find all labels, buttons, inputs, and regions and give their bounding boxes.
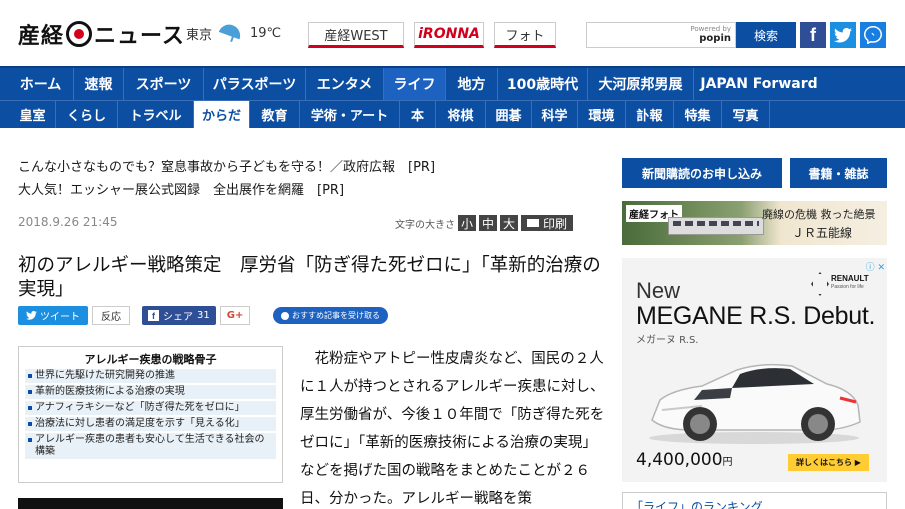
nav-item-sports[interactable]: スポーツ [124,68,204,100]
ad-model-kana: メガーヌ R.S. [636,335,699,346]
share-bar: ツイート 反応 f シェア 31 G+ [18,306,251,325]
subnav-item-books[interactable]: 本 [400,101,436,128]
print-button[interactable]: 印刷 [521,215,574,231]
ad-new-label: New [636,278,681,303]
nav-item-home[interactable]: ホーム [8,68,74,100]
subnav-item-body[interactable]: からだ [194,101,250,128]
facebook-icon[interactable]: f [800,22,826,48]
pr-link[interactable]: 大人気！エッシャー展公式図録 全出展作を網羅 [PR] [18,179,344,198]
advertisement[interactable]: ⓘ ✕ RENAULT Passion for life New MEGANE … [622,258,887,482]
tab-photo[interactable]: フォト [494,22,556,48]
infobox-bullet: 治療法に対し患者の満足度を示す「見える化」 [25,417,276,431]
ranking-title: 「ライフ」のランキング [622,492,887,509]
nav-item-japan-forward[interactable]: JAPAN Forward [694,68,824,100]
ad-brand: RENAULT [831,274,869,283]
powered-by-label: Powered by popin [690,25,731,44]
subnav-item-travel[interactable]: トラベル [118,101,194,128]
subscribe-button[interactable]: 新聞購読のお申し込み [622,158,782,188]
ad-model-name: MEGANE R.S. Debut. [636,302,876,330]
nav-item-parasports[interactable]: パラスポーツ [204,68,306,100]
subnav-item-shogi[interactable]: 将棋 [436,101,486,128]
subnav-item-science[interactable]: 科学 [532,101,578,128]
photo-banner-caption: 廃線の危機 救った絶景 [762,208,876,221]
books-button[interactable]: 書籍・雑誌 [790,158,887,188]
infobox-bullet: 革新的医療技術による治療の実現 [25,385,276,399]
twitter-icon[interactable] [830,22,856,48]
adchoices-icon[interactable]: ⓘ ✕ [866,260,885,273]
google-plus-button[interactable]: G+ [219,306,251,325]
infobox-bullet: 世界に先駆けた研究開発の推進 [25,369,276,383]
train-image [668,217,764,235]
tweet-button[interactable]: ツイート [18,306,88,325]
ad-brand-tagline: Passion for life [831,284,864,290]
pr-link[interactable]: こんな小さなものでも？窒息事故から子どもを守る！／政府広報 [PR] [18,156,435,175]
sankei-photo-banner[interactable]: 産経フォト 廃線の危機 救った絶景 ＪＲ五能線 [622,201,887,245]
popin-logo: popin [699,33,731,44]
tab-sankei-west[interactable]: 産経WEST [308,22,404,48]
article-infobox: アレルギー疾患の戦略骨子 世界に先駆けた研究開発の推進 革新的医療技術による治療… [18,346,283,483]
site-header: 産経 ニュース 東京 19℃ 産経WEST iRONNA フォト Powered… [0,0,905,66]
facebook-icon: f [148,310,159,321]
site-logo[interactable]: 産経 ニュース [18,18,185,50]
subnav-item-academic-art[interactable]: 学術・アート [300,101,400,128]
facebook-share-button[interactable]: f シェア 31 [142,306,216,325]
subnav-item-photos[interactable]: 写真 [722,101,770,128]
bell-icon [281,311,289,320]
nav-item-100-years[interactable]: 100歳時代 [498,68,588,100]
renault-logo-icon [808,270,828,294]
subnav-item-obituary[interactable]: 訃報 [626,101,674,128]
primary-nav: ホーム 速報 スポーツ パラスポーツ エンタメ ライフ 地方 100歳時代 大河… [0,66,905,100]
article-body: 花粉症やアトピー性皮膚炎など、国民の２人に１人が持つとされるアレルギー疾患に対し… [300,351,605,507]
ad-cta-button[interactable]: 詳しくはこちら ▶ [788,454,869,471]
infobox-bullet: アレルギー疾患の患者も安心して生活できる社会の構築 [25,433,276,459]
reaction-button[interactable]: 反応 [92,306,130,325]
nav-item-local[interactable]: 地方 [446,68,498,100]
logo-text-left: 産経 [18,24,65,49]
photo-banner-caption: ＪＲ五能線 [792,226,853,240]
font-size-label: 文字の大きさ [395,219,455,231]
recommend-subscribe-button[interactable]: おすすめ記事を受け取る [273,307,388,324]
tab-ironna[interactable]: iRONNA [414,22,484,48]
embedded-media-bar [18,498,283,509]
infobox-title: アレルギー疾患の戦略骨子 [84,353,217,366]
article-headline: 初のアレルギー戦略策定 厚労省「防ぎ得た死ゼロに」「革新的治療の実現」 [18,255,601,300]
font-size-small-button[interactable]: 小 [458,215,477,231]
subnav-item-go[interactable]: 囲碁 [486,101,532,128]
search-input[interactable]: Powered by popin [586,22,736,48]
ad-price: 4,400,000円 [636,450,733,470]
car-image [649,363,861,444]
weather-widget[interactable]: 東京 19℃ [186,24,281,43]
infobox-bullet: アナフィラキシーなど「防ぎ得た死をゼロに」 [25,401,276,415]
subnav-item-special[interactable]: 特集 [674,101,722,128]
printer-icon [527,219,540,227]
font-size-large-button[interactable]: 大 [500,215,519,231]
subnav-item-imperial[interactable]: 皇室 [10,101,56,128]
print-label: 印刷 [543,216,568,231]
weather-temperature: 19℃ [250,26,282,41]
logo-text-right: ニュース [94,24,185,49]
nav-item-entertainment[interactable]: エンタメ [306,68,384,100]
article-date: 2018.9.26 21:45 [18,215,118,229]
font-size-medium-button[interactable]: 中 [479,215,498,231]
twitter-icon [26,311,37,320]
messenger-icon[interactable] [860,22,886,48]
search-button[interactable]: 検索 [736,22,796,48]
umbrella-icon [220,25,242,43]
weather-city: 東京 [186,28,213,43]
font-size-controls: 文字の大きさ 小 中 大 印刷 [395,215,574,231]
logo-mark-icon [66,21,93,47]
secondary-nav: 皇室 くらし トラベル からだ 教育 学術・アート 本 将棋 囲碁 科学 環境 … [0,100,905,128]
nav-item-breaking[interactable]: 速報 [74,68,124,100]
subnav-item-education[interactable]: 教育 [250,101,300,128]
subnav-item-living[interactable]: くらし [56,101,118,128]
facebook-share-count: 31 [197,310,210,321]
nav-item-okawara[interactable]: 大河原邦男展 [588,68,694,100]
nav-item-life[interactable]: ライフ [384,68,446,100]
subnav-item-environment[interactable]: 環境 [578,101,626,128]
